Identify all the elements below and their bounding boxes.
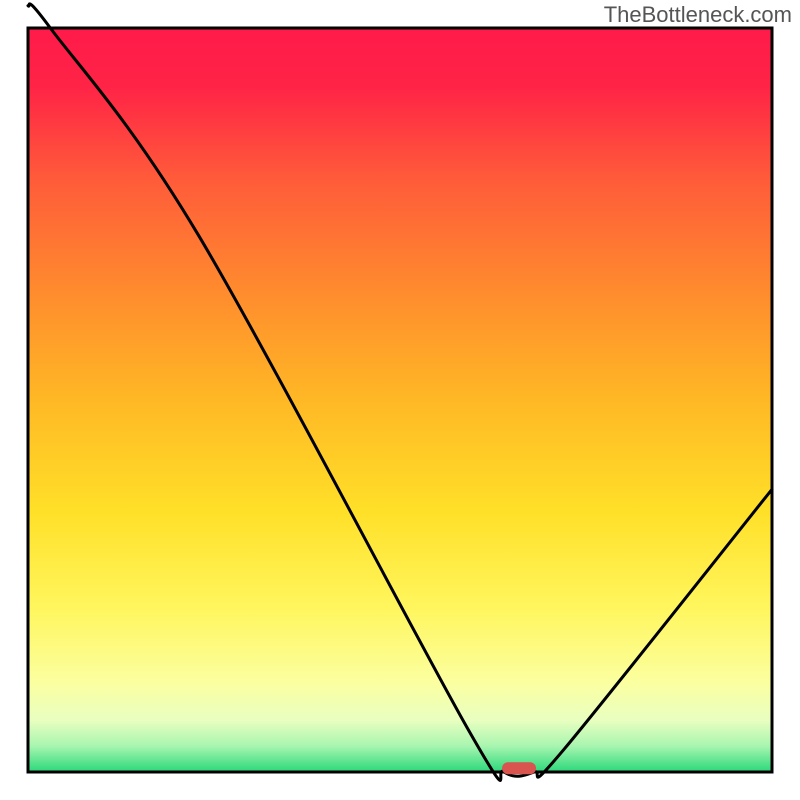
watermark-text: TheBottleneck.com [604,2,792,28]
chart-container: TheBottleneck.com [0,0,800,800]
optimal-marker [502,762,536,774]
plot-background [28,28,772,772]
bottleneck-chart [0,0,800,800]
